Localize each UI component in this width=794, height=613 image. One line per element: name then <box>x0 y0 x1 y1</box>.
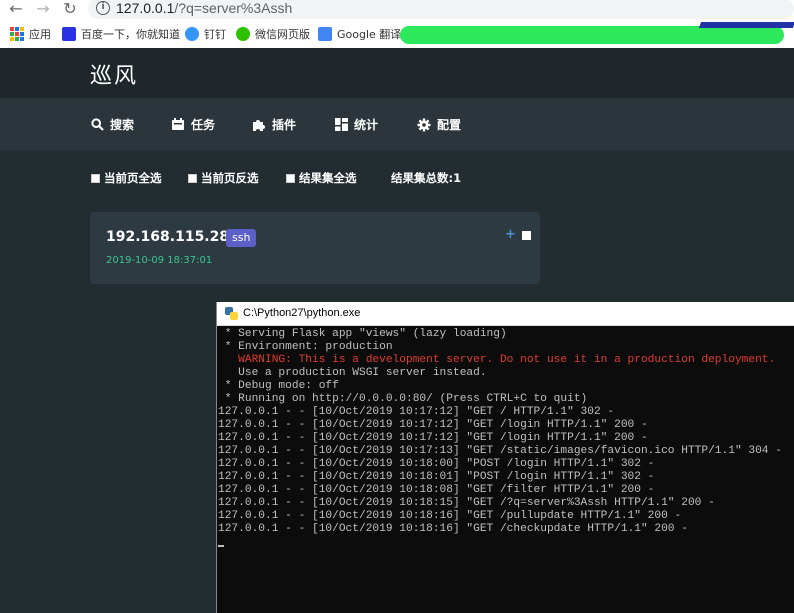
nav-label: 插件 <box>272 118 297 132</box>
console-line: * Running on http://0.0.0.0:80/ (Press C… <box>218 393 588 405</box>
bookmark-label: 微信网页版 <box>255 28 310 41</box>
puzzle-icon <box>252 118 266 132</box>
console-line: 127.0.0.1 - - [10/Oct/2019 10:18:01] "PO… <box>218 471 655 483</box>
console-titlebar[interactable]: C:\Python27\python.exe <box>217 302 794 326</box>
baidu-icon <box>62 27 76 41</box>
apps-grid-icon <box>10 27 24 41</box>
select-all-page[interactable]: 当前页全选 <box>91 170 162 186</box>
expand-plus-icon[interactable]: + <box>505 228 516 241</box>
console-line: WARNING: This is a development server. D… <box>218 354 776 366</box>
bookmark-wechat[interactable]: 微信网页版 <box>236 26 310 42</box>
checkbox[interactable] <box>188 173 197 183</box>
redaction-scribble <box>400 26 784 44</box>
console-window[interactable]: C:\Python27\python.exe * Serving Flask a… <box>216 302 794 613</box>
bookmark-google-translate[interactable]: Google 翻译 <box>318 26 401 42</box>
checkbox[interactable] <box>286 173 295 183</box>
select-all-results[interactable]: 结果集全选 <box>286 170 357 186</box>
dingtalk-icon <box>185 27 199 41</box>
nav-label: 搜索 <box>110 118 135 132</box>
nav-label: 任务 <box>191 118 216 132</box>
bookmark-dingtalk[interactable]: 钉钉 <box>185 26 226 42</box>
console-line: 127.0.0.1 - - [10/Oct/2019 10:18:15] "GE… <box>218 497 715 509</box>
result-total: 结果集总数:1 <box>391 170 461 186</box>
console-line: 127.0.0.1 - - [10/Oct/2019 10:18:08] "GE… <box>218 484 655 496</box>
bookmark-label: 应用 <box>29 28 51 41</box>
console-title: C:\Python27\python.exe <box>243 307 361 319</box>
console-line: 127.0.0.1 - - [10/Oct/2019 10:17:13] "GE… <box>218 445 782 457</box>
console-line: 127.0.0.1 - - [10/Oct/2019 10:17:12] "GE… <box>218 406 615 418</box>
bookmark-baidu[interactable]: 百度一下，你就知道 <box>62 26 180 42</box>
redaction-scribble-line <box>698 22 794 28</box>
nav-label: 统计 <box>354 118 379 132</box>
forward-arrow-icon[interactable]: → <box>33 0 53 18</box>
nav-tasks[interactable]: 任务 <box>171 116 215 133</box>
back-arrow-icon[interactable]: ← <box>6 0 26 18</box>
console-cursor <box>218 545 224 547</box>
bookmark-label: 钉钉 <box>204 28 226 41</box>
gear-icon <box>417 118 431 132</box>
nav-config[interactable]: 配置 <box>417 116 461 133</box>
invert-page[interactable]: 当前页反选 <box>188 170 259 186</box>
console-line: 127.0.0.1 - - [10/Oct/2019 10:18:16] "GE… <box>218 523 688 535</box>
result-card <box>90 212 540 284</box>
result-checkbox[interactable] <box>522 231 531 240</box>
nav-label: 配置 <box>437 118 462 132</box>
nav-search[interactable]: 搜索 <box>90 116 134 133</box>
service-badge: ssh <box>226 229 257 247</box>
console-line: 127.0.0.1 - - [10/Oct/2019 10:18:16] "GE… <box>218 510 682 522</box>
site-info-icon[interactable]: i <box>96 1 110 15</box>
search-icon <box>90 117 104 132</box>
checkbox[interactable] <box>91 173 100 183</box>
invert-page-label: 当前页反选 <box>201 171 259 185</box>
nav-plugins[interactable]: 插件 <box>252 116 296 133</box>
url-text[interactable]: 127.0.0.1/?q=server%3Assh <box>116 0 292 17</box>
app-title: 巡风 <box>90 64 139 89</box>
bookmark-label: Google 翻译 <box>337 28 402 41</box>
reload-icon[interactable]: ↻ <box>60 0 80 18</box>
console-line: 127.0.0.1 - - [10/Oct/2019 10:17:12] "GE… <box>218 419 648 431</box>
result-total-label: 结果集总数:1 <box>391 171 462 185</box>
nav-stats[interactable]: 统计 <box>334 116 378 133</box>
google-translate-icon <box>318 27 332 41</box>
console-output: * Serving Flask app "views" (lazy loadin… <box>217 328 794 613</box>
python-icon <box>225 307 239 321</box>
console-line: * Debug mode: off <box>218 380 339 392</box>
console-line: 127.0.0.1 - - [10/Oct/2019 10:18:00] "PO… <box>218 458 655 470</box>
dashboard-icon <box>334 117 348 132</box>
console-line: 127.0.0.1 - - [10/Oct/2019 10:17:12] "GE… <box>218 432 648 444</box>
bookmark-apps[interactable]: 应用 <box>10 26 51 42</box>
select-all-page-label: 当前页全选 <box>104 171 162 185</box>
wechat-icon <box>236 27 250 41</box>
select-all-results-label: 结果集全选 <box>299 171 357 185</box>
result-time: 2019-10-09 18:37:01 <box>106 255 213 266</box>
bookmark-label: 百度一下，你就知道 <box>81 28 180 41</box>
calendar-icon <box>171 117 185 132</box>
browser-toolbar: ← → ↻ i 127.0.0.1/?q=server%3Assh 应用 百度一… <box>0 0 794 48</box>
console-line: Use a production WSGI server instead. <box>218 367 487 379</box>
url-path: /?q=server%3Assh <box>174 0 293 16</box>
console-line: * Serving Flask app "views" (lazy loadin… <box>218 328 507 340</box>
url-host: 127.0.0.1 <box>116 0 175 16</box>
console-line: * Environment: production <box>218 341 393 353</box>
